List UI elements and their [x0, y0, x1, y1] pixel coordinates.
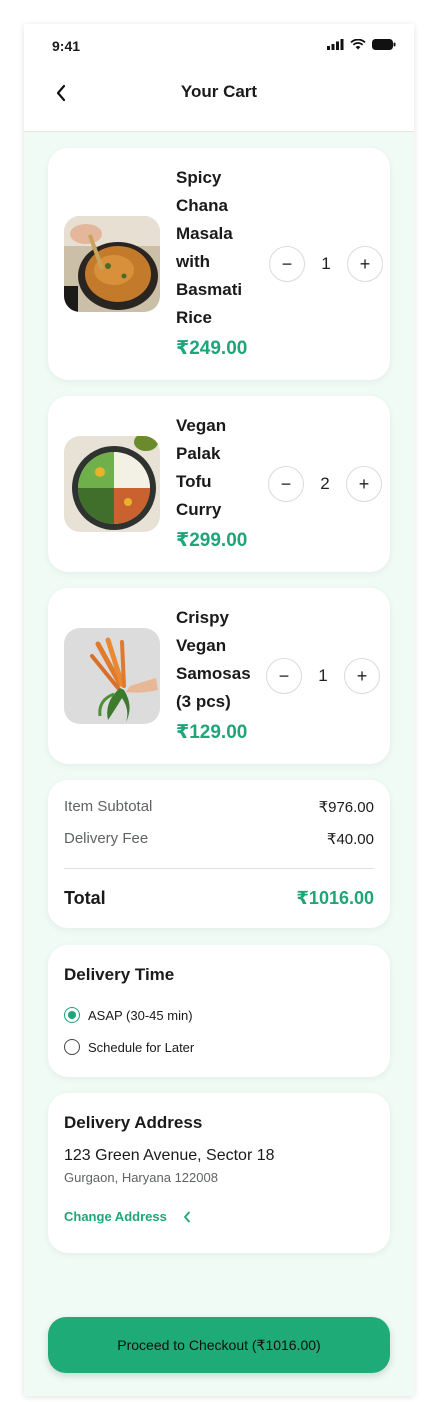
chevron-left-icon	[183, 1211, 190, 1222]
status-icons	[327, 39, 396, 50]
subtotal-label: Item Subtotal	[64, 798, 153, 815]
battery-icon	[372, 39, 396, 50]
checkout-button[interactable]: Proceed to Checkout (₹1016.00)	[48, 1317, 390, 1373]
option-asap[interactable]: ASAP (30-45 min)	[64, 1007, 193, 1023]
total-value: ₹1016.00	[296, 888, 374, 908]
subtotal-value: ₹976.00	[318, 799, 374, 816]
subtotal-row: Item Subtotal ₹976.00	[64, 798, 374, 816]
page-title: Your Cart	[180, 82, 258, 101]
minus-icon: −	[278, 665, 290, 686]
item-info: Crispy Vegan Samosas (3 pcs) ₹129.00	[176, 604, 258, 746]
change-address-label: Change Address	[64, 1209, 167, 1224]
address-title: Delivery Address	[64, 1113, 203, 1132]
delivery-address-card: Delivery Address 123 Green Avenue, Secto…	[48, 1093, 390, 1253]
address-line-1: 123 Green Avenue, Sector 18	[64, 1147, 275, 1164]
radio-unselected	[64, 1039, 80, 1055]
quantity-value: 2	[320, 474, 330, 493]
item-name: Vegan Palak Tofu Curry	[176, 416, 227, 519]
plus-icon: +	[359, 253, 371, 274]
divider	[64, 868, 374, 869]
item-info: Spicy Chana Masala with Basmati Rice ₹24…	[176, 164, 258, 362]
minus-icon: −	[281, 253, 293, 274]
decrease-button[interactable]: −	[266, 658, 302, 694]
delivery-time-title: Delivery Time	[64, 965, 175, 984]
plus-icon: +	[356, 665, 368, 686]
item-price: ₹129.00	[176, 722, 248, 743]
radio-selected	[64, 1007, 80, 1023]
item-image	[64, 436, 160, 532]
minus-icon: −	[280, 473, 292, 494]
option-schedule[interactable]: Schedule for Later	[64, 1039, 194, 1055]
quantity-value: 1	[321, 254, 331, 273]
delivery-fee-row: Delivery Fee ₹40.00	[64, 830, 374, 848]
address-line-2: Gurgaon, Haryana 122008	[64, 1170, 218, 1185]
quantity-stepper: − 1 +	[269, 246, 383, 282]
increase-button[interactable]: +	[346, 466, 382, 502]
total-row: Total ₹1016.00	[64, 888, 374, 909]
option-label: ASAP (30-45 min)	[88, 1007, 193, 1023]
cart-item-card: Crispy Vegan Samosas (3 pcs) ₹129.00 − 1…	[48, 588, 390, 764]
item-info: Vegan Palak Tofu Curry ₹299.00	[176, 412, 258, 554]
delivery-fee-value: ₹40.00	[326, 831, 374, 848]
item-name: Crispy Vegan Samosas (3 pcs)	[176, 608, 251, 711]
cart-item-card: Vegan Palak Tofu Curry ₹299.00 − 2 +	[48, 396, 390, 572]
change-address-link[interactable]: Change Address	[64, 1209, 191, 1224]
header: 9:41 Your Cart	[24, 24, 414, 132]
order-summary: Item Subtotal ₹976.00 Delivery Fee ₹40.0…	[48, 780, 390, 928]
increase-button[interactable]: +	[347, 246, 383, 282]
decrease-button[interactable]: −	[268, 466, 304, 502]
option-label: Schedule for Later	[88, 1039, 195, 1055]
wifi-icon	[350, 39, 366, 50]
delivery-time-card: Delivery Time ASAP (30-45 min) Schedule …	[48, 945, 390, 1077]
delivery-fee-label: Delivery Fee	[64, 830, 149, 847]
item-price: ₹249.00	[176, 338, 248, 359]
quantity-value: 1	[318, 666, 328, 685]
phone-frame: 9:41 Your Cart Spicy Chana Masala with B…	[24, 24, 414, 1396]
item-name: Spicy Chana Masala with Basmati Rice	[176, 168, 243, 327]
quantity-stepper: − 1 +	[266, 658, 380, 694]
item-image	[64, 628, 160, 724]
quantity-stepper: − 2 +	[268, 466, 382, 502]
item-price: ₹299.00	[176, 530, 248, 551]
plus-icon: +	[358, 473, 370, 494]
cart-item-card: Spicy Chana Masala with Basmati Rice ₹24…	[48, 148, 390, 380]
increase-button[interactable]: +	[344, 658, 380, 694]
decrease-button[interactable]: −	[269, 246, 305, 282]
item-image	[64, 216, 160, 312]
total-label: Total	[64, 888, 106, 908]
status-time: 9:41	[52, 38, 81, 54]
signal-icon	[327, 39, 344, 50]
